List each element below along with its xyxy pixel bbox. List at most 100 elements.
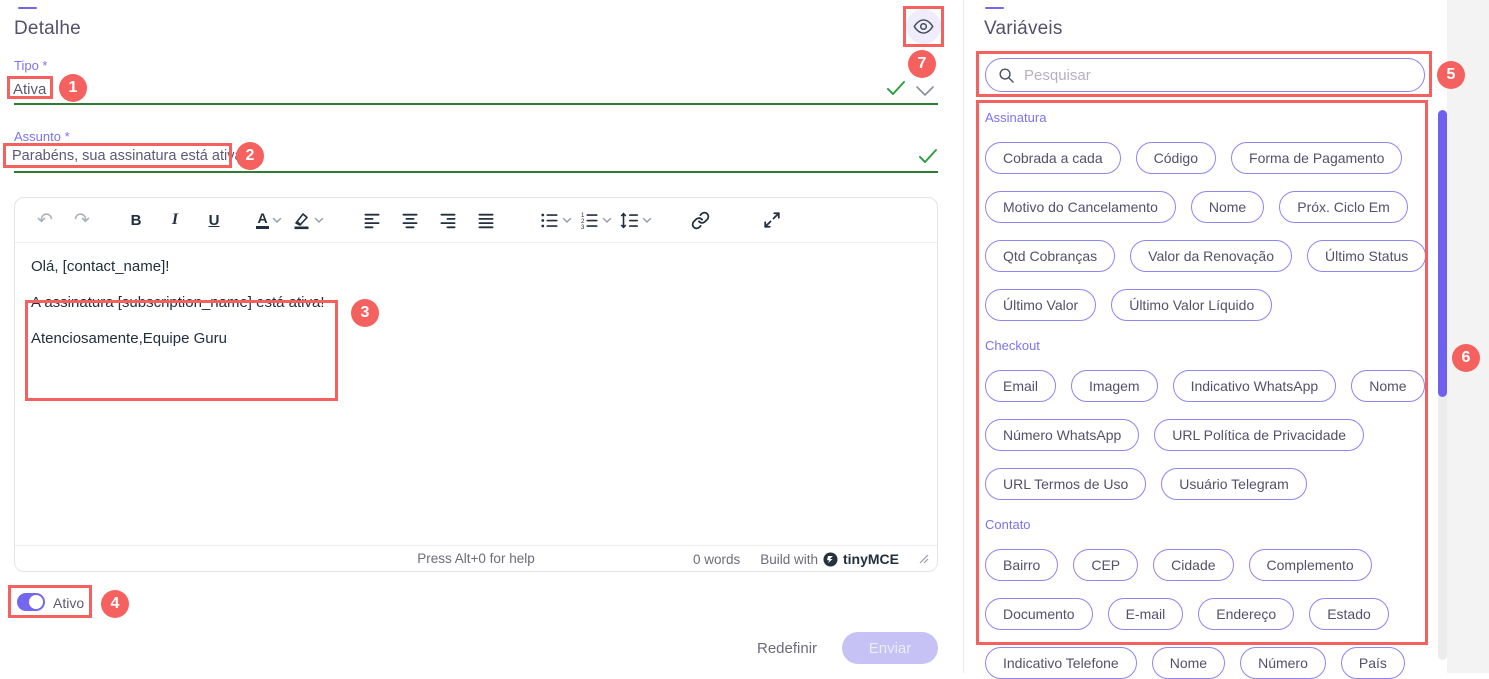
line-height-icon xyxy=(620,211,639,230)
bullet-list-button[interactable] xyxy=(540,211,572,230)
variable-chip[interactable]: Indicativo WhatsApp xyxy=(1173,370,1337,402)
section-contato: Contato Bairro CEP Cidade Complemento Do… xyxy=(985,517,1431,679)
assunto-label: Assunto * xyxy=(14,129,70,144)
editor-content[interactable]: Olá, [contact_name]! A assinatura [subsc… xyxy=(15,243,937,547)
variable-chip[interactable]: Indicativo Telefone xyxy=(985,647,1137,679)
variable-chip[interactable]: Qtd Cobranças xyxy=(985,240,1115,272)
variable-chip[interactable]: País xyxy=(1341,647,1405,679)
variable-chip[interactable]: Estado xyxy=(1309,598,1389,630)
align-justify-icon[interactable] xyxy=(474,208,498,232)
variable-chip[interactable]: Último Valor xyxy=(985,289,1096,321)
annotation-box-3 xyxy=(25,300,338,401)
annotation-badge-3: 3 xyxy=(351,299,379,327)
reset-button[interactable]: Redefinir xyxy=(757,640,817,657)
chevron-down-icon xyxy=(314,216,324,224)
active-toggle-label: Ativo xyxy=(53,595,84,611)
editor-paragraph: Olá, [contact_name]! xyxy=(31,259,937,275)
active-toggle[interactable] xyxy=(17,593,45,611)
toggle-knob xyxy=(29,595,43,609)
section-assinatura: Assinatura Cobrada a cada Código Forma d… xyxy=(985,110,1431,321)
align-left-icon[interactable] xyxy=(360,208,384,232)
tipo-select[interactable]: Ativa xyxy=(13,81,46,98)
assunto-input[interactable]: Parabéns, sua assinatura está ativa! xyxy=(12,148,247,164)
bold-icon[interactable]: B xyxy=(124,208,148,232)
annotation-badge-1: 1 xyxy=(59,74,87,102)
undo-icon[interactable]: ↶ xyxy=(33,208,57,232)
variable-chip[interactable]: Número xyxy=(1240,647,1326,679)
variable-chip[interactable]: Último Valor Líquido xyxy=(1111,289,1272,321)
scrollbar-thumb[interactable] xyxy=(1438,110,1447,397)
variable-chip[interactable]: Forma de Pagamento xyxy=(1231,142,1402,174)
variable-chip[interactable]: Complemento xyxy=(1249,549,1372,581)
variable-chip[interactable]: Código xyxy=(1136,142,1216,174)
brand-name: tinyMCE xyxy=(843,551,899,567)
align-right-icon[interactable] xyxy=(436,208,460,232)
variable-chip[interactable]: Próx. Ciclo Em xyxy=(1279,191,1408,223)
window-gutter xyxy=(1447,0,1489,673)
search-input[interactable] xyxy=(1024,67,1412,84)
variable-chip[interactable]: Nome xyxy=(1351,370,1424,402)
chevron-down-icon xyxy=(272,216,282,224)
brand-prefix: Build with xyxy=(760,552,818,567)
variable-chip[interactable]: Último Status xyxy=(1307,240,1426,272)
section-label: Assinatura xyxy=(985,110,1431,125)
tinymce-branding[interactable]: Build with tinyMCE xyxy=(760,551,899,567)
variable-chip[interactable]: Endereço xyxy=(1198,598,1294,630)
redo-icon[interactable]: ↷ xyxy=(70,208,94,232)
align-center-icon[interactable] xyxy=(398,208,422,232)
eye-icon xyxy=(913,16,934,37)
preview-button[interactable] xyxy=(906,9,941,44)
highlight-color-button[interactable] xyxy=(292,211,324,230)
variable-chip[interactable]: Número WhatsApp xyxy=(985,419,1139,451)
submit-button[interactable]: Enviar xyxy=(842,632,938,664)
richtext-editor: ↶ ↷ B I U A xyxy=(14,197,938,572)
editor-paragraph: Atenciosamente,Equipe Guru xyxy=(31,331,937,347)
line-height-button[interactable] xyxy=(620,211,652,230)
tipo-label: Tipo * xyxy=(14,58,47,73)
variable-chip[interactable]: E-mail xyxy=(1108,598,1184,630)
section-checkout: Checkout Email Imagem Indicativo WhatsAp… xyxy=(985,338,1431,500)
chevron-down-icon xyxy=(562,216,572,224)
variable-chip[interactable]: Bairro xyxy=(985,549,1058,581)
annotation-badge-7: 7 xyxy=(908,50,936,78)
resize-handle-icon[interactable] xyxy=(919,554,929,564)
variable-chip[interactable]: Imagem xyxy=(1071,370,1158,402)
highlighter-icon xyxy=(292,211,311,230)
variables-accent-dash xyxy=(985,7,1004,9)
chevron-down-icon xyxy=(602,216,612,224)
assunto-valid-check-icon xyxy=(918,148,938,169)
variable-chip[interactable]: Email xyxy=(985,370,1056,402)
tinymce-logo-icon xyxy=(823,552,838,567)
editor-help-text: Press Alt+0 for help xyxy=(417,551,534,566)
underline-icon[interactable]: U xyxy=(202,208,226,232)
section-label: Checkout xyxy=(985,338,1431,353)
annotation-badge-5: 5 xyxy=(1437,61,1465,89)
numbered-list-button[interactable]: 123 xyxy=(580,211,612,230)
variable-chip[interactable]: Nome xyxy=(1152,647,1225,679)
variable-chip[interactable]: Motivo do Cancelamento xyxy=(985,191,1176,223)
detail-accent-dash xyxy=(18,7,37,9)
variable-chip[interactable]: Usuário Telegram xyxy=(1161,468,1306,500)
variables-search[interactable] xyxy=(985,58,1425,92)
annotation-badge-2: 2 xyxy=(236,142,264,170)
italic-icon[interactable]: I xyxy=(163,208,187,232)
variable-chip[interactable]: Nome xyxy=(1191,191,1264,223)
panel-divider xyxy=(963,0,964,673)
variable-chip[interactable]: Cobrada a cada xyxy=(985,142,1121,174)
fullscreen-icon[interactable] xyxy=(760,208,784,232)
variables-title: Variáveis xyxy=(984,18,1063,40)
variable-chip[interactable]: Valor da Renovação xyxy=(1130,240,1292,272)
variable-chip[interactable]: Documento xyxy=(985,598,1093,630)
variable-chip[interactable]: URL Política de Privacidade xyxy=(1154,419,1364,451)
text-color-button[interactable]: A xyxy=(256,211,282,229)
tipo-chevron-down-icon[interactable] xyxy=(915,84,935,102)
tipo-valid-check-icon xyxy=(886,80,906,101)
variable-chip[interactable]: URL Termos de Uso xyxy=(985,468,1146,500)
editor-statusbar: Press Alt+0 for help 0 words Build with … xyxy=(15,545,937,571)
variable-chip[interactable]: Cidade xyxy=(1153,549,1233,581)
tipo-underline xyxy=(14,103,938,105)
editor-paragraph: A assinatura [subscription_name] está at… xyxy=(31,295,937,311)
link-icon[interactable] xyxy=(688,208,712,232)
variable-chip[interactable]: CEP xyxy=(1073,549,1138,581)
annotation-badge-6: 6 xyxy=(1452,344,1480,372)
